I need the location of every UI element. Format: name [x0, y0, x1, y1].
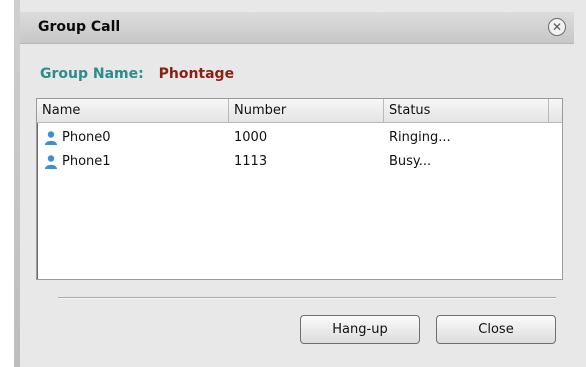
group-name-label: Group Name:	[40, 66, 144, 82]
row-number: 1113	[234, 154, 268, 169]
group-name-value: Phontage	[158, 66, 235, 82]
user-icon	[45, 130, 57, 145]
row-name: Phone0	[62, 130, 111, 145]
list-header: Name Number Status	[37, 99, 562, 123]
column-header-number[interactable]: Number	[229, 99, 384, 123]
list-item[interactable]: Phone1 1113 Busy...	[37, 150, 562, 174]
hang-up-button[interactable]: Hang-up	[300, 315, 420, 344]
dialog-title: Group Call	[38, 19, 121, 35]
row-number: 1000	[234, 130, 268, 145]
list-item[interactable]: Phone0 1000 Ringing...	[37, 126, 562, 150]
row-status: Ringing...	[389, 130, 451, 145]
column-header-status[interactable]: Status	[384, 99, 549, 123]
column-header-name[interactable]: Name	[37, 99, 229, 123]
close-icon[interactable]: ✕	[548, 18, 566, 36]
close-button[interactable]: Close	[436, 315, 556, 344]
titlebar[interactable]: Group Call ✕	[20, 12, 574, 44]
row-status: Busy...	[389, 154, 432, 169]
members-list[interactable]: Name Number Status Phone0 1000 Ringing..…	[36, 98, 563, 280]
divider	[58, 297, 556, 299]
dialog-left-edge	[14, 0, 20, 367]
user-icon	[45, 154, 57, 169]
group-name-row: Group Name: Phontage	[40, 66, 234, 82]
row-name: Phone1	[62, 154, 111, 169]
